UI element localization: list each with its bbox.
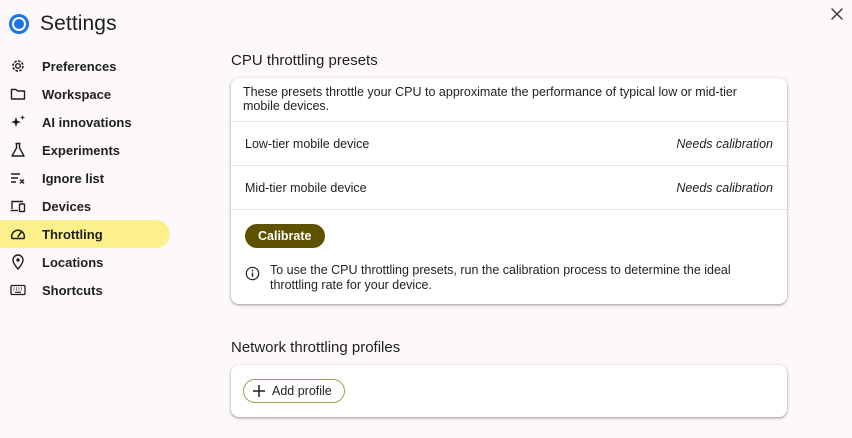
page-title: Settings xyxy=(40,12,117,35)
sidebar-item-label: Shortcuts xyxy=(42,282,103,298)
flask-icon xyxy=(11,142,25,157)
gear-icon xyxy=(12,60,24,72)
chrome-devtools-logo-icon xyxy=(9,14,29,34)
sidebar-item-shortcuts[interactable]: Shortcuts xyxy=(0,276,170,304)
speedometer-icon xyxy=(10,229,26,240)
preset-label: Low-tier mobile device xyxy=(245,136,370,151)
folder-icon xyxy=(10,88,26,100)
preset-row-mid-tier: Mid-tier mobile device Needs calibration xyxy=(231,165,787,209)
sidebar-item-devices[interactable]: Devices xyxy=(0,192,170,220)
plus-icon xyxy=(253,385,265,397)
network-profiles-card: Add profile xyxy=(231,365,787,417)
ignore-list-icon xyxy=(11,173,25,184)
sidebar-item-label: AI innovations xyxy=(42,114,132,130)
cpu-description: These presets throttle your CPU to appro… xyxy=(243,85,737,113)
calibration-info-text: To use the CPU throttling presets, run t… xyxy=(270,263,731,292)
devices-icon xyxy=(10,200,26,213)
calibrate-button[interactable]: Calibrate xyxy=(245,224,325,248)
calibration-info: To use the CPU throttling presets, run t… xyxy=(245,263,773,293)
preset-row-low-tier: Low-tier mobile device Needs calibration xyxy=(231,121,787,165)
add-profile-label: Add profile xyxy=(272,384,332,398)
location-pin-icon xyxy=(12,254,24,270)
keyboard-icon xyxy=(10,284,26,296)
close-icon xyxy=(831,8,843,20)
sidebar-item-label: Preferences xyxy=(42,58,117,74)
sidebar-item-label: Throttling xyxy=(42,226,103,242)
sidebar-item-label: Devices xyxy=(42,198,92,214)
network-section-title: Network throttling profiles xyxy=(231,339,401,356)
sidebar-item-throttling[interactable]: Throttling xyxy=(0,220,170,248)
cpu-presets-card: These presets throttle your CPU to appro… xyxy=(231,78,787,304)
calibration-status: Needs calibration xyxy=(676,136,773,151)
sidebar-item-experiments[interactable]: Experiments xyxy=(0,136,170,164)
close-button[interactable] xyxy=(828,5,846,23)
calibration-status: Needs calibration xyxy=(676,180,773,195)
settings-window: Settings Preferences Workspace AI innova… xyxy=(0,0,852,438)
sidebar-item-ai-innovations[interactable]: AI innovations xyxy=(0,108,170,136)
cpu-section-title: CPU throttling presets xyxy=(231,52,378,69)
sidebar-item-label: Experiments xyxy=(42,142,121,158)
settings-header: Settings xyxy=(8,12,117,36)
sidebar-item-label: Workspace xyxy=(42,86,112,102)
info-icon xyxy=(245,266,260,281)
sidebar-item-label: Locations xyxy=(42,254,104,270)
sidebar-item-workspace[interactable]: Workspace xyxy=(0,80,170,108)
sidebar-item-locations[interactable]: Locations xyxy=(0,248,170,276)
add-profile-button[interactable]: Add profile xyxy=(243,379,345,403)
calibration-area: Calibrate To use the CPU throttling pres… xyxy=(231,209,787,307)
sidebar-item-label: Ignore list xyxy=(42,170,105,186)
sidebar-item-preferences[interactable]: Preferences xyxy=(0,52,170,80)
settings-sidebar: Preferences Workspace AI innovations Exp… xyxy=(0,52,172,304)
sidebar-item-ignore-list[interactable]: Ignore list xyxy=(0,164,170,192)
preset-label: Mid-tier mobile device xyxy=(245,180,367,195)
sparkle-icon xyxy=(11,115,25,127)
